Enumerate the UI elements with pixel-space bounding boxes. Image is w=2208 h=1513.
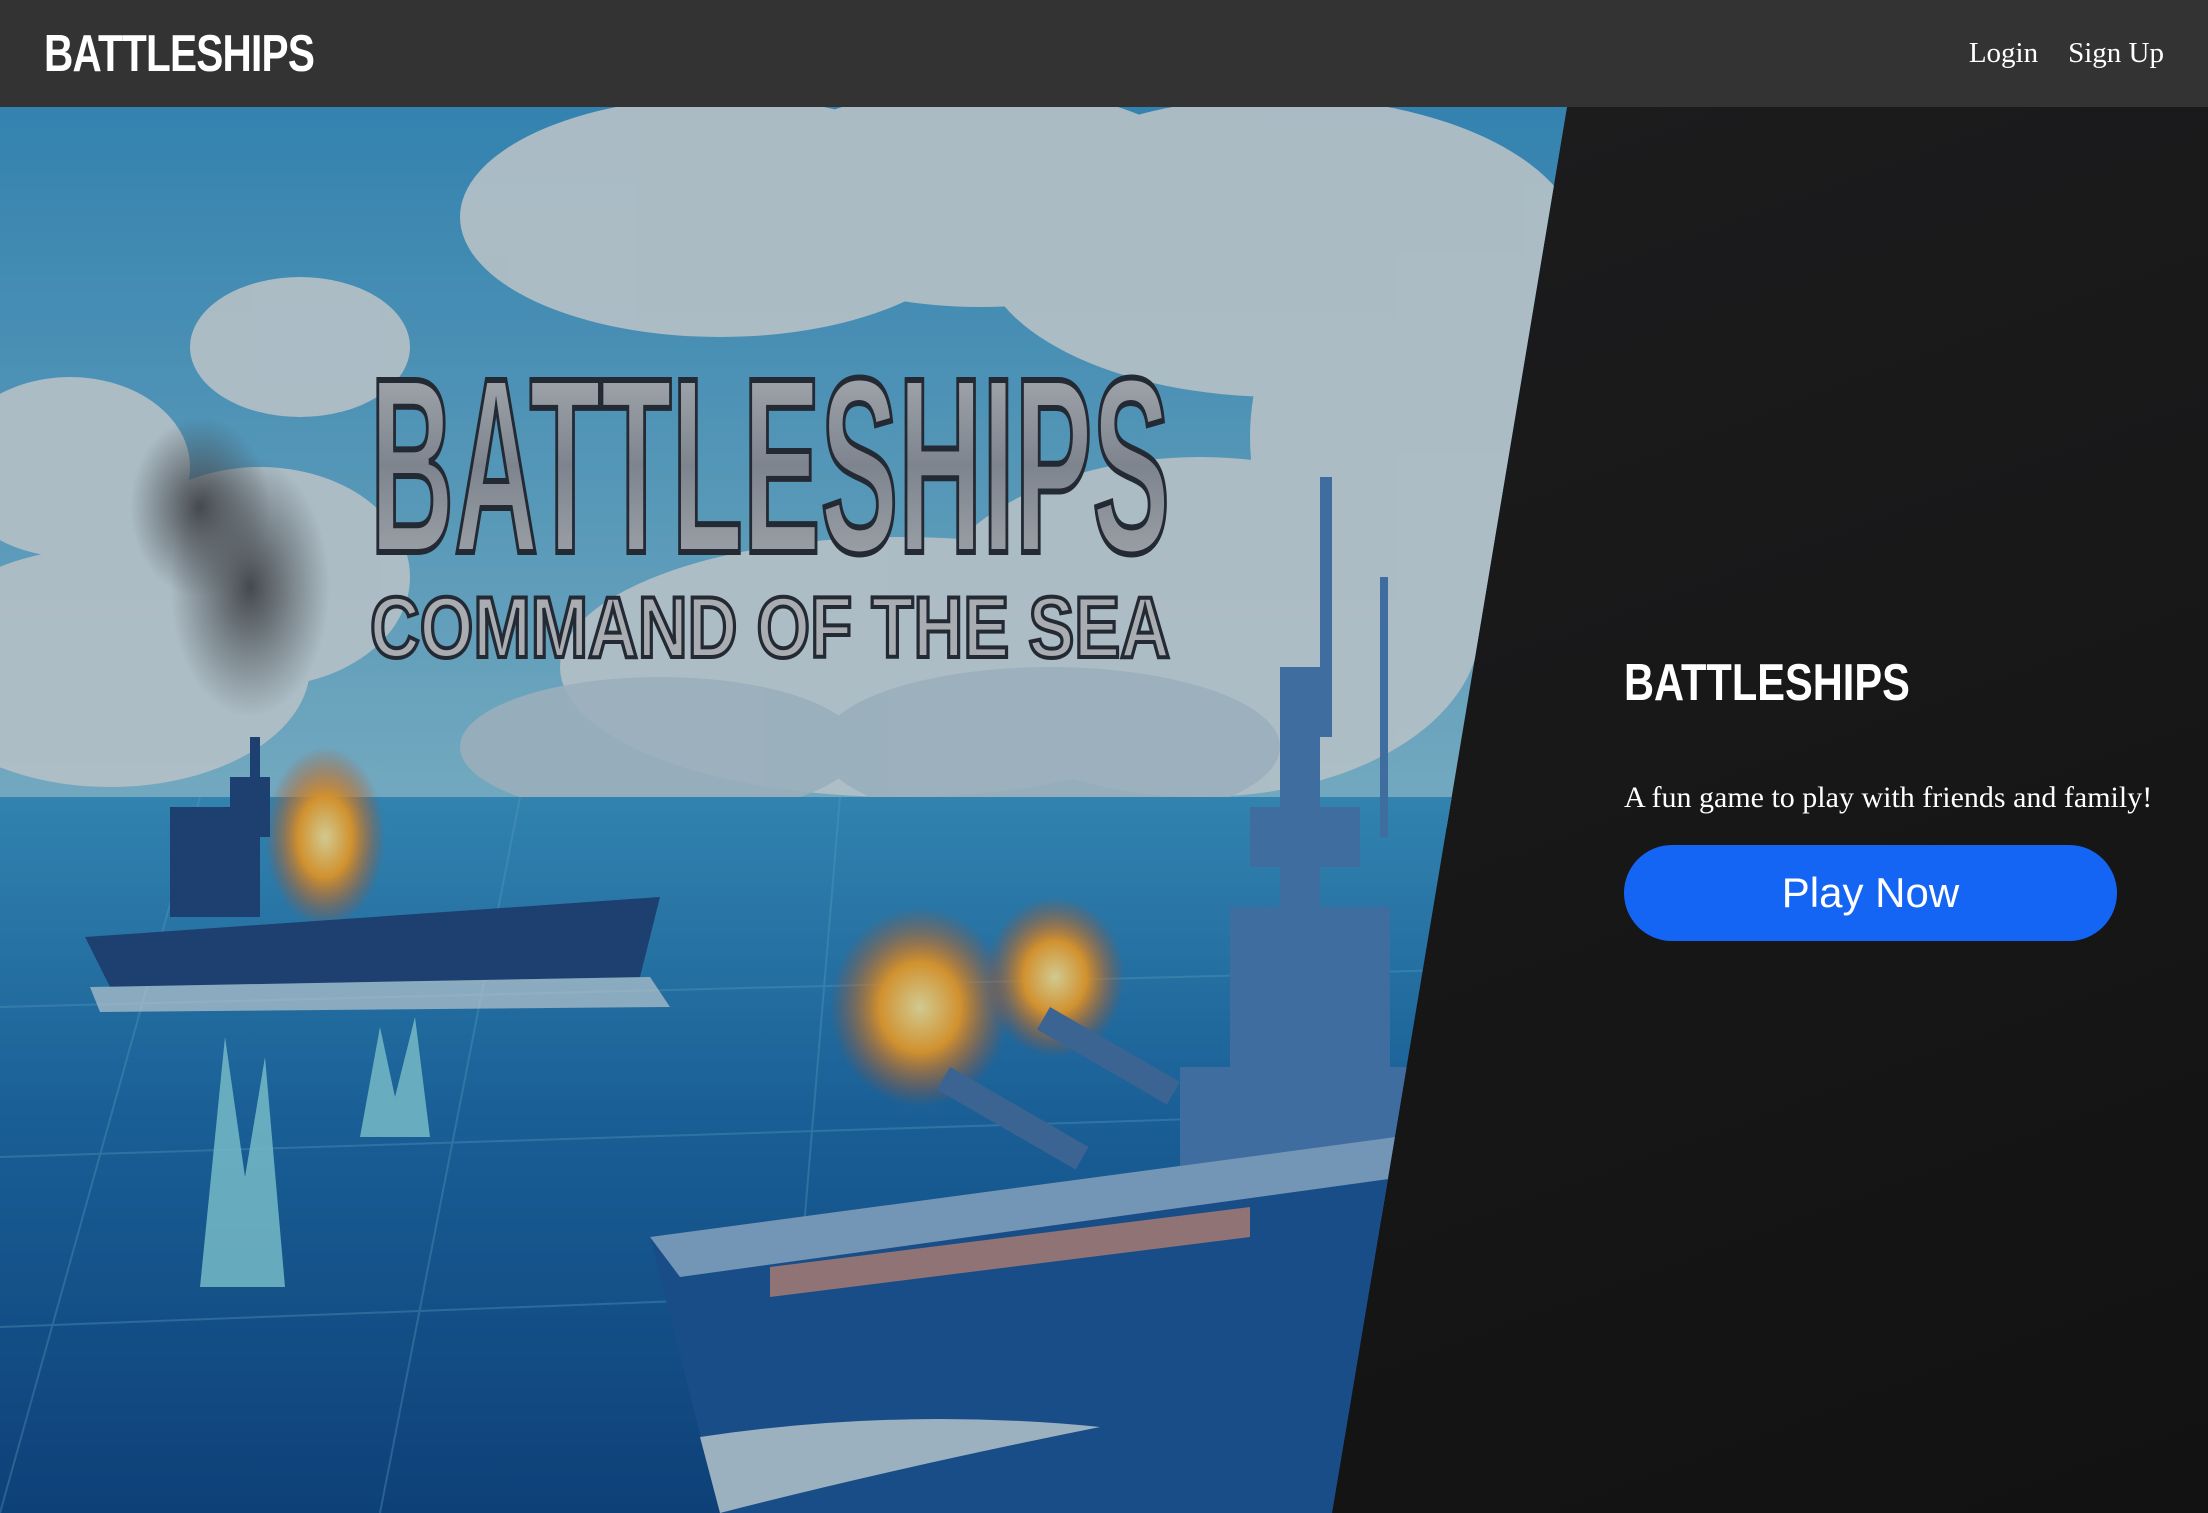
top-navbar: BATTLESHIPS Login Sign Up	[0, 0, 2208, 107]
play-now-button[interactable]: Play Now	[1624, 845, 2117, 941]
hero-section: BATTLESHIPS COMMAND OF THE SEA BATTLESHI…	[0, 107, 2208, 1513]
hero-panel: BATTLESHIPS A fun game to play with frie…	[1624, 657, 2184, 941]
panel-title: BATTLESHIPS	[1624, 654, 1910, 712]
panel-subtitle: A fun game to play with friends and fami…	[1624, 781, 2153, 814]
nav-links: Login Sign Up	[1969, 37, 2164, 70]
brand-logo[interactable]: BATTLESHIPS	[44, 28, 315, 80]
signup-link[interactable]: Sign Up	[2068, 37, 2164, 70]
login-link[interactable]: Login	[1969, 37, 2038, 70]
